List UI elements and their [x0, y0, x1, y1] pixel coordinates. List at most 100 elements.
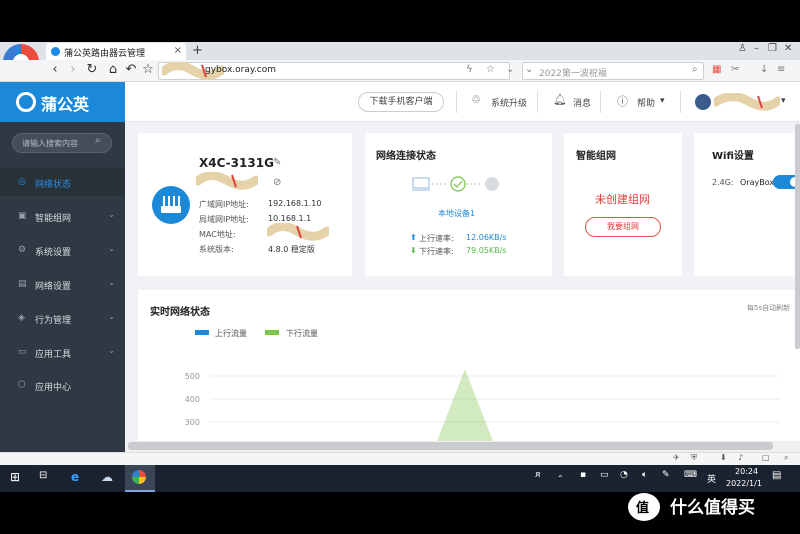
lightning-icon[interactable]: ϟ	[466, 64, 473, 75]
network-icon: ▣	[18, 211, 27, 221]
wan-ip-label: 广域网IP地址:	[199, 200, 249, 209]
create-mesh-button[interactable]: 我要组网	[585, 217, 661, 237]
chevron-down-icon: ⌄	[108, 210, 115, 219]
zoom-icon[interactable]: ⌕	[784, 453, 788, 463]
network-status-title: 网络连接状态	[376, 151, 436, 162]
sidebar-item-tools[interactable]: ▭ 应用工具 ⌄	[0, 338, 125, 366]
sidebar-item-system-settings[interactable]: ⚙ 系统设置 ⌄	[0, 236, 125, 264]
wifi-tray-icon[interactable]: ◔	[620, 470, 628, 480]
y-tick-label: 400	[185, 395, 200, 404]
download-client-button[interactable]: 下载手机客户端	[358, 92, 444, 112]
browser-taskbar-icon[interactable]	[132, 470, 146, 484]
legend-upload-label[interactable]: 上行流量	[215, 328, 247, 339]
notification-icon[interactable]: ▤	[772, 470, 781, 481]
tray-app-icon[interactable]: ▪	[580, 470, 586, 480]
help-link[interactable]: 帮助	[637, 96, 655, 109]
close-window-icon[interactable]: ✕	[784, 43, 792, 54]
vertical-scrollbar-thumb[interactable]	[795, 124, 800, 349]
minimize-icon[interactable]: –	[754, 43, 759, 54]
maximize-icon[interactable]: ❐	[768, 43, 777, 54]
url-text[interactable]: gybox.oray.com	[205, 65, 276, 75]
shirt-icon[interactable]: ♙	[738, 43, 747, 54]
sidebar-item-app-center[interactable]: ⬡ 应用中心	[0, 371, 125, 399]
avatar[interactable]	[695, 94, 711, 110]
upload-speed-value: 12.06KB/s	[466, 233, 507, 242]
ime-indicator[interactable]: 英	[707, 472, 716, 485]
edge-browser-icon[interactable]: e	[71, 470, 79, 484]
tray-chevron-icon[interactable]: ⌃	[557, 474, 564, 483]
hide-eye-icon[interactable]: ⊘	[273, 177, 281, 188]
divider	[537, 91, 538, 113]
upgrade-icon[interactable]: ♲	[471, 93, 481, 106]
divider	[456, 91, 457, 113]
speaker-icon[interactable]: 🔈︎	[642, 470, 647, 480]
realtime-title: 实时网络状态	[150, 307, 210, 318]
forward-icon[interactable]: ›	[66, 62, 80, 77]
search-engine-icon[interactable]: ⌄	[525, 64, 533, 75]
redacted-scribble-icon	[196, 172, 258, 190]
connection-diagram-icon	[412, 176, 499, 192]
device-name: X4C-3131G	[199, 156, 274, 170]
edit-icon[interactable]: ✎	[273, 157, 281, 168]
mesh-status-text: 未创建组网	[595, 193, 650, 206]
windows-start-icon[interactable]: ⊞	[10, 470, 20, 484]
redacted-mac-scribble-icon	[267, 223, 329, 241]
new-tab-button[interactable]: +	[192, 43, 203, 58]
home-icon[interactable]: ⌂	[106, 62, 120, 77]
lan-ip-label: 局域网IP地址:	[199, 215, 249, 224]
search-input[interactable]: 2022第一波祝福	[522, 62, 704, 80]
window-icon[interactable]: ▢	[762, 453, 770, 462]
search-icon[interactable]: ⌕	[95, 135, 101, 146]
help-icon[interactable]: ⓘ	[617, 93, 628, 109]
shield-icon[interactable]: ⛨	[691, 453, 697, 463]
bookmark-star-icon[interactable]: ☆	[486, 64, 495, 75]
volume-icon[interactable]: ♪	[738, 453, 743, 462]
browser-status-bar	[0, 452, 800, 465]
clock-date[interactable]: 2022/1/1	[726, 479, 762, 488]
apps-icon[interactable]: ▦	[712, 64, 721, 75]
horizontal-scrollbar-thumb[interactable]	[128, 442, 773, 450]
task-view-icon[interactable]: ⊟	[39, 470, 47, 481]
wifi-title: Wifi设置	[712, 151, 754, 162]
tray-window-icon[interactable]: ▭	[600, 470, 609, 480]
upload-arrow-icon: ⬆	[410, 233, 417, 242]
app-icon[interactable]: ☁	[101, 470, 113, 484]
tools-icon: ▭	[18, 347, 27, 357]
sidebar-item-smart-mesh[interactable]: ▣ 智能组网 ⌄	[0, 202, 125, 230]
people-icon[interactable]: ᴙ	[535, 470, 540, 480]
back-icon[interactable]: ‹	[48, 62, 62, 77]
y-tick-label: 500	[185, 372, 200, 381]
tab-close-icon[interactable]: ×	[174, 45, 182, 56]
download-status-icon[interactable]: ⬇	[720, 453, 727, 462]
download-icon[interactable]: ↓	[760, 64, 768, 75]
clock-time[interactable]: 20:24	[735, 467, 758, 476]
wan-ip-value: 192.168.1.10	[268, 199, 322, 208]
sidebar-item-network-settings[interactable]: ▤ 网络设置 ⌄	[0, 270, 125, 298]
keyboard-icon[interactable]: ⌨	[684, 470, 697, 480]
sidebar-item-behavior[interactable]: ◈ 行为管理 ⌄	[0, 304, 125, 332]
help-chevron-down-icon[interactable]: ▾	[660, 96, 665, 106]
user-chevron-down-icon[interactable]: ▾	[781, 96, 786, 106]
menu-icon[interactable]: ≡	[777, 64, 785, 75]
download-speed-value: 79.05KB/s	[466, 246, 507, 255]
reload-icon[interactable]: ↻	[85, 62, 99, 77]
divider	[680, 91, 681, 113]
system-upgrade-link[interactable]: 系统升级	[491, 96, 527, 109]
browser-tab[interactable]: 蒲公英路由器云管理 ×	[46, 43, 186, 60]
dropdown-icon[interactable]: ⌄	[506, 64, 514, 75]
messages-link[interactable]: 消息	[573, 96, 591, 109]
bell-icon[interactable]: 🔔︎	[553, 93, 567, 106]
legend-download-swatch	[265, 330, 279, 335]
star-icon[interactable]: ☆	[141, 62, 155, 77]
sidebar-item-label: 智能组网	[35, 214, 72, 224]
legend-download-label[interactable]: 下行流量	[286, 328, 318, 339]
search-icon[interactable]: ⌕	[692, 64, 698, 75]
sidebar-item-network-status[interactable]: ◎ 网络状态	[0, 168, 125, 196]
app-center-icon: ⬡	[18, 380, 26, 390]
pin-icon[interactable]: ✈	[673, 453, 680, 462]
scissors-icon[interactable]: ✂	[731, 64, 739, 75]
local-device-link[interactable]: 本地设备1	[438, 208, 475, 219]
divider	[600, 91, 601, 113]
pen-icon[interactable]: ✎	[662, 470, 670, 480]
undo-icon[interactable]: ↶	[124, 62, 138, 77]
